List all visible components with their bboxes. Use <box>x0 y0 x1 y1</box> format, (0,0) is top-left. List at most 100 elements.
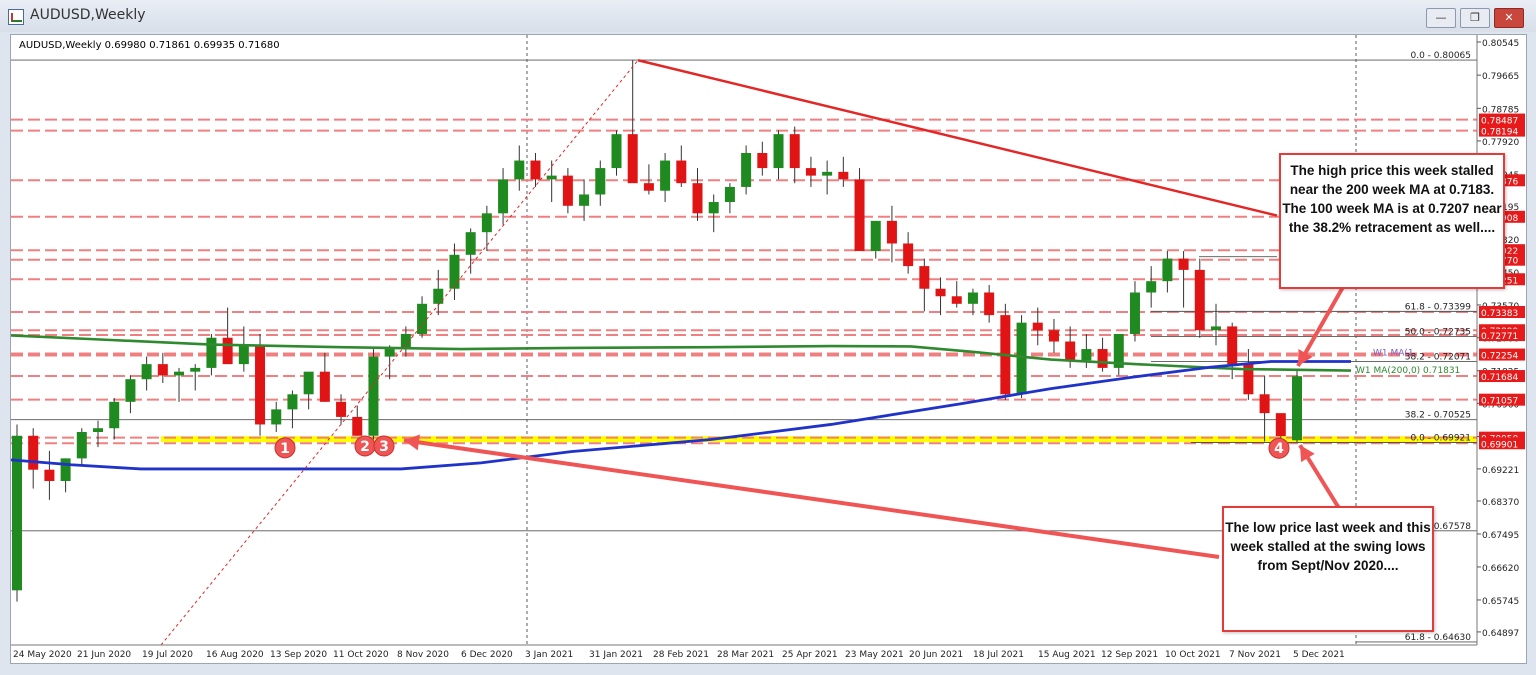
candle-bear <box>157 364 168 376</box>
time-tick-label: 28 Mar 2021 <box>717 650 774 660</box>
ohlc-header: AUDUSD,Weekly 0.69980 0.71861 0.69935 0.… <box>19 40 280 51</box>
swing-low-number: 3 <box>379 439 389 455</box>
time-tick-label: 6 Dec 2020 <box>461 650 513 660</box>
candle-bear <box>805 168 816 176</box>
restore-button[interactable]: ❐ <box>1460 8 1490 28</box>
ma200-label: W1 MA(200,0) 0.71831 <box>1356 366 1460 376</box>
candle-bear <box>1259 394 1270 414</box>
time-tick-label: 24 May 2020 <box>13 650 72 660</box>
annotation-low-price: The low price last week and this week st… <box>1222 506 1434 632</box>
candle-bear <box>255 345 266 425</box>
price-tag-label: 0.78194 <box>1481 128 1518 138</box>
candle-bull <box>287 394 298 410</box>
time-tick-label: 8 Nov 2020 <box>397 650 449 660</box>
close-button[interactable]: ✕ <box>1494 8 1524 28</box>
candle-bear <box>352 416 363 436</box>
time-tick-label: 3 Jan 2021 <box>525 650 573 660</box>
candle-bear <box>530 160 541 180</box>
candle-bull <box>822 171 833 176</box>
candle-bull <box>400 333 411 350</box>
time-tick-label: 19 Jul 2020 <box>142 650 193 660</box>
candle-bear <box>789 134 800 169</box>
candle-bull <box>611 134 622 169</box>
time-tick-label: 20 Jun 2021 <box>909 650 963 660</box>
candle-bull <box>595 168 606 195</box>
candle-bull <box>93 428 104 432</box>
time-tick-label: 12 Sep 2021 <box>1101 650 1158 660</box>
candle-bull <box>174 371 185 376</box>
time-tick-label: 5 Dec 2021 <box>1293 650 1345 660</box>
window-title: AUDUSD,Weekly <box>30 7 146 23</box>
candle-bull <box>206 337 217 368</box>
chart-area[interactable]: 0.0 - 0.80065 61.8 - 0.73399 50.0 - 0.7273… <box>10 34 1527 664</box>
candle-bull <box>724 186 735 203</box>
chart-window: AUDUSD,Weekly — ❐ ✕ 0.0 - 0.80065 61.8 - … <box>0 0 1536 675</box>
candle-bull <box>303 371 314 395</box>
price-tick-label: 0.65745 <box>1482 597 1519 607</box>
candle-bear <box>1065 341 1076 361</box>
ma100-line <box>11 360 1351 471</box>
candle-bear <box>28 435 39 470</box>
candle-bull <box>465 232 476 255</box>
candle-bear <box>1275 413 1286 437</box>
candle-bear <box>1097 349 1108 368</box>
swing-low-number: 2 <box>360 439 370 455</box>
time-tick-label: 31 Jan 2021 <box>589 650 643 660</box>
ma100-label: W1 MA(1 <box>1373 348 1414 358</box>
candle-bear <box>935 288 946 297</box>
time-tick-label: 16 Aug 2020 <box>206 650 264 660</box>
candle-bull <box>449 254 460 289</box>
candle-bull <box>741 153 752 187</box>
time-tick-label: 15 Aug 2021 <box>1038 650 1096 660</box>
candle-bear <box>1048 330 1059 342</box>
candle-bear <box>951 296 962 304</box>
price-tag-label: 0.72254 <box>1481 352 1518 362</box>
fib-label: 38.2 - 0.70525 <box>1405 411 1471 421</box>
chart-window-icon <box>8 9 24 25</box>
candle-bull <box>125 379 136 402</box>
fib-label: 61.8 - 0.73399 <box>1405 302 1471 312</box>
time-tick-label: 23 May 2021 <box>845 650 904 660</box>
fib-label: 38.2 - 0.72071 <box>1405 352 1471 362</box>
price-tick-label: 0.80545 <box>1482 39 1519 49</box>
candle-bull <box>1129 292 1140 334</box>
price-tag-label: 0.71684 <box>1481 373 1518 383</box>
fib-label: 0.0 - 0.80065 <box>1411 51 1472 61</box>
price-tick-label: 0.79665 <box>1482 72 1519 82</box>
candle-bull <box>417 303 428 334</box>
candle-bear <box>1178 258 1189 270</box>
price-tick-label: 0.67495 <box>1482 531 1519 541</box>
candle-bull <box>967 292 978 304</box>
candle-bull <box>514 160 525 180</box>
time-tick-label: 7 Nov 2021 <box>1229 650 1281 660</box>
candle-bull <box>60 458 71 482</box>
candle-bull <box>546 175 557 180</box>
fib-label: 0.0 - 0.69921 <box>1411 434 1472 444</box>
candle-bull <box>368 356 379 436</box>
candle-bear <box>44 469 55 482</box>
candle-bull <box>190 367 201 372</box>
price-tag-label: 0.72771 <box>1481 332 1518 342</box>
candle-bull <box>1162 258 1173 282</box>
price-axis: 0.805450.796650.787850.779200.770450.761… <box>1476 35 1526 663</box>
candle-bear <box>1227 326 1238 365</box>
candle-bear <box>854 179 865 252</box>
fib-label: 61.8 - 0.64630 <box>1405 633 1471 643</box>
candle-bear <box>643 183 654 191</box>
time-tick-label: 18 Jul 2021 <box>973 650 1024 660</box>
candle-bear <box>336 401 347 417</box>
candle-bull <box>109 401 120 429</box>
price-tick-label: 0.64897 <box>1482 629 1519 639</box>
candle-bear <box>676 160 687 184</box>
title-bar[interactable]: AUDUSD,Weekly — ❐ ✕ <box>0 0 1536 32</box>
candle-bull <box>433 288 444 304</box>
candle-bull <box>660 160 671 191</box>
candle-bull <box>481 213 492 233</box>
minimize-button[interactable]: — <box>1426 8 1456 28</box>
price-tick-label: 0.69221 <box>1482 466 1519 476</box>
time-tick-label: 11 Oct 2020 <box>333 650 389 660</box>
price-tick-label: 0.66620 <box>1482 564 1519 574</box>
candle-bear <box>838 171 849 180</box>
candle-bear <box>692 183 703 214</box>
price-tag-label: 0.73383 <box>1481 309 1518 319</box>
